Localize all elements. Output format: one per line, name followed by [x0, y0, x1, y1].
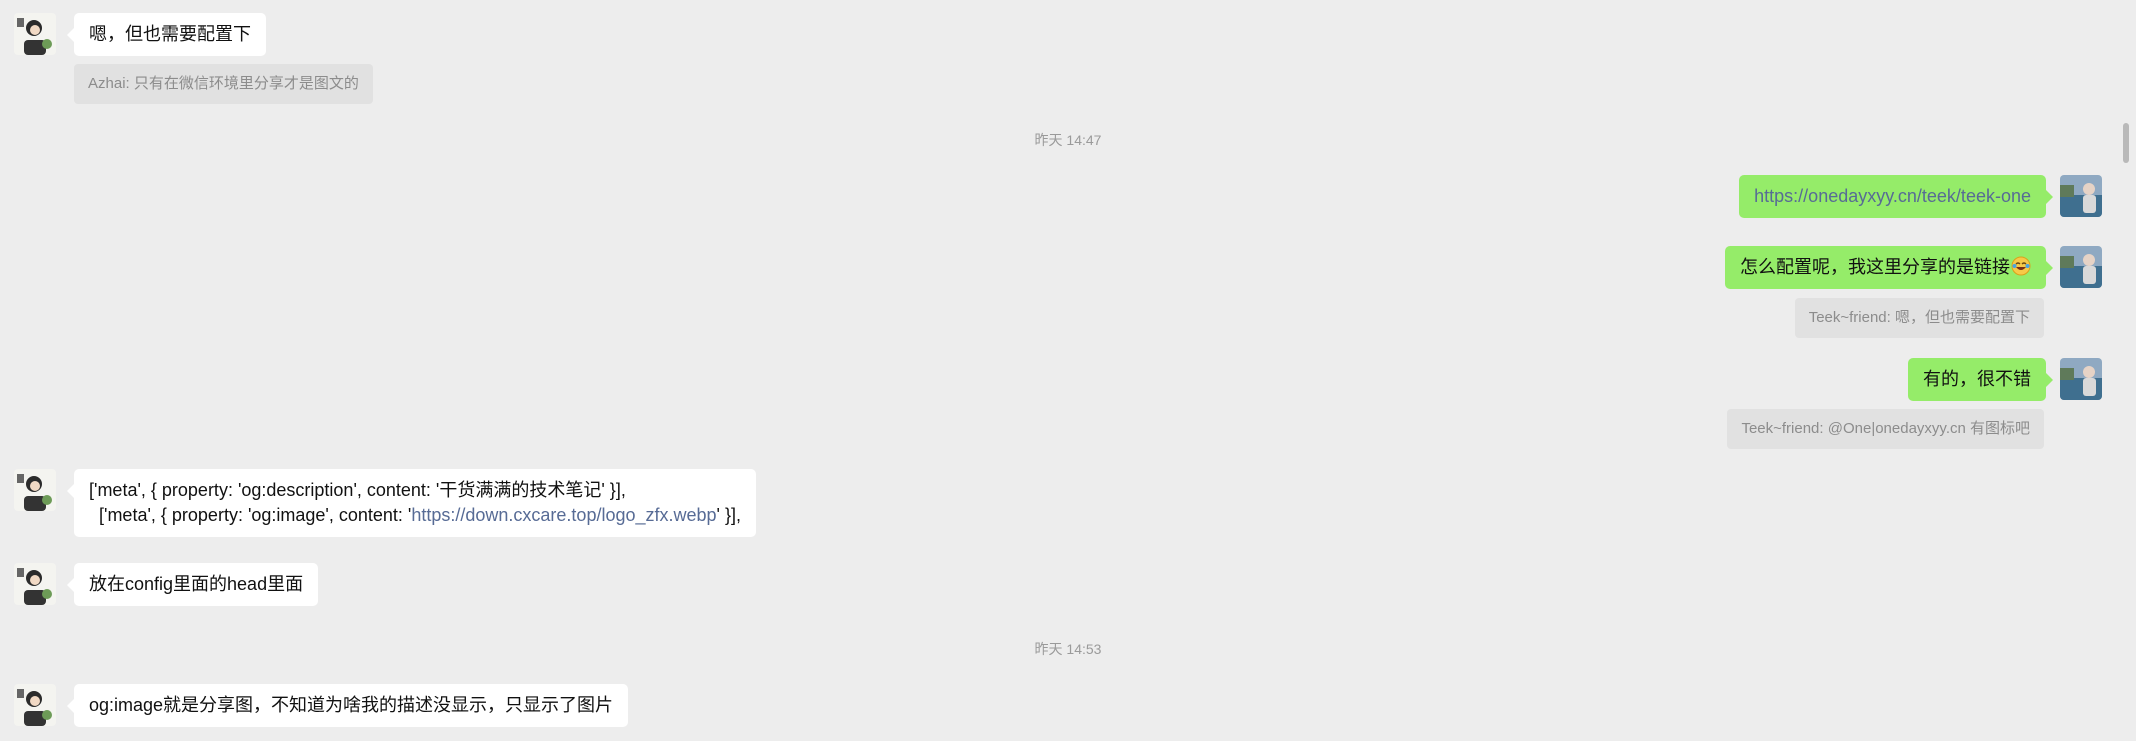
timestamp: 昨天 14:53	[1034, 641, 1102, 657]
code-line: ['meta', { property: 'og:description', c…	[89, 480, 626, 500]
self-avatar[interactable]	[2060, 175, 2102, 217]
self-avatar[interactable]	[2060, 246, 2102, 288]
message-bubble[interactable]: 怎么配置呢，我这里分享的是链接	[1725, 246, 2053, 289]
code-line: ['meta', { property: 'og:image', content…	[89, 503, 741, 528]
message-link[interactable]: https://down.cxcare.top/logo_zfx.webp	[411, 505, 716, 525]
scrollbar-thumb[interactable]	[2123, 123, 2129, 163]
laughing-tears-emoji-icon	[2011, 256, 2031, 276]
quoted-reply[interactable]: Teek~friend: 嗯，但也需要配置下	[1794, 298, 2044, 338]
message-bubble[interactable]: https://onedayxyy.cn/teek/teek-one	[1739, 175, 2053, 218]
message-text: 怎么配置呢，我这里分享的是链接	[1740, 257, 2010, 277]
message-bubble[interactable]: 放在config里面的head里面	[66, 563, 319, 606]
sender-avatar[interactable]	[14, 13, 56, 55]
quoted-text: Azhai: 只有在微信环境里分享才是图文的	[88, 75, 359, 92]
sender-avatar[interactable]	[14, 469, 56, 511]
quoted-text: Teek~friend: @One|onedayxyy.cn 有图标吧	[1741, 420, 2030, 437]
message-bubble[interactable]: og:image就是分享图，不知道为啥我的描述没显示，只显示了图片	[66, 684, 629, 727]
message-text: og:image就是分享图，不知道为啥我的描述没显示，只显示了图片	[89, 695, 614, 715]
code-text: ' }],	[716, 505, 741, 525]
sender-avatar[interactable]	[14, 563, 56, 605]
code-text: ['meta', { property: 'og:image', content…	[89, 505, 412, 525]
message-bubble[interactable]: 嗯，但也需要配置下	[67, 13, 266, 56]
message-text: 有的，很不错	[1923, 369, 2031, 389]
quoted-text: Teek~friend: 嗯，但也需要配置下	[1808, 309, 2030, 326]
message-text: 嗯，但也需要配置下	[89, 24, 251, 44]
message-bubble[interactable]: 有的，很不错	[1908, 358, 2053, 401]
quoted-reply[interactable]: Teek~friend: @One|onedayxyy.cn 有图标吧	[1727, 409, 2044, 449]
chat-message-area[interactable]: 嗯，但也需要配置下 Azhai: 只有在微信环境里分享才是图文的 昨天 14:4…	[0, 0, 2136, 741]
quoted-reply[interactable]: Azhai: 只有在微信环境里分享才是图文的	[74, 64, 373, 104]
timestamp: 昨天 14:47	[1034, 132, 1102, 148]
message-link[interactable]: https://onedayxyy.cn/teek/teek-one	[1754, 186, 2031, 206]
message-bubble[interactable]: ['meta', { property: 'og:description', c…	[67, 469, 756, 537]
message-text: 放在config里面的head里面	[89, 574, 304, 594]
self-avatar[interactable]	[2060, 358, 2102, 400]
sender-avatar[interactable]	[14, 684, 56, 726]
